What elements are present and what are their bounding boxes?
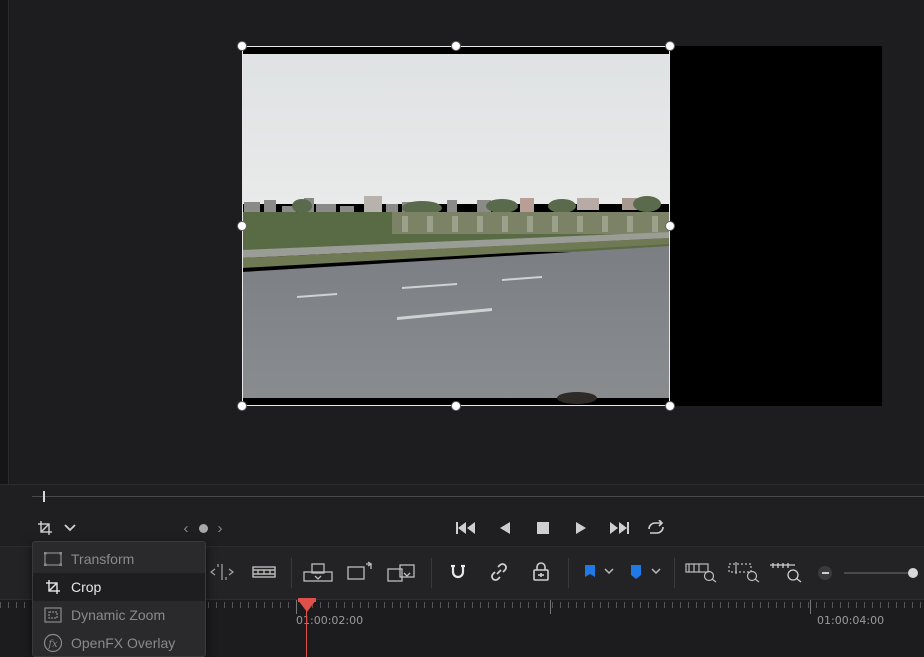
transform-icon (43, 549, 63, 569)
playhead-line (306, 606, 307, 657)
left-panel-edge (0, 0, 9, 484)
crop-handle-left[interactable] (237, 221, 247, 231)
crop-handle-top-right[interactable] (665, 41, 675, 51)
zoom-slider-thumb[interactable] (908, 568, 918, 578)
video-frame[interactable] (242, 46, 670, 406)
overwrite-clip-icon[interactable] (345, 559, 375, 585)
dot-icon[interactable] (197, 522, 209, 534)
jump-to-end-icon[interactable] (607, 518, 631, 538)
dropdown-item-crop[interactable]: Crop (33, 573, 205, 601)
marker-icon[interactable] (626, 562, 646, 582)
dropdown-item-dynamic-zoom[interactable]: Dynamic Zoom (33, 601, 205, 629)
crop-mode-icon[interactable] (36, 519, 54, 537)
crop-handle-right[interactable] (665, 221, 675, 231)
ruler-major-tick (550, 600, 551, 614)
chevron-down-icon[interactable] (62, 520, 78, 536)
zoom-out-icon[interactable] (816, 564, 834, 582)
slip-trim-icon[interactable] (208, 560, 236, 584)
play-icon[interactable] (572, 519, 590, 537)
svg-text:fx: fx (47, 639, 58, 650)
position-lock-icon[interactable] (529, 560, 553, 584)
crop-icon (43, 577, 63, 597)
jump-to-start-icon[interactable] (454, 518, 478, 538)
snapping-icon[interactable] (446, 560, 470, 584)
transport-bar: ‹ › (0, 484, 924, 547)
stop-icon[interactable] (534, 519, 552, 537)
toolbar-separator (431, 558, 432, 588)
play-reverse-icon[interactable] (496, 519, 514, 537)
ruler-major-tick (296, 600, 297, 614)
prev-edit-icon[interactable]: ‹ (179, 520, 193, 537)
marker-dropdown-chevron-icon[interactable] (649, 564, 663, 578)
crop-handle-top[interactable] (451, 41, 461, 51)
crop-handle-top-left[interactable] (237, 41, 247, 51)
film-strip-icon[interactable] (250, 561, 278, 583)
toolbar-separator (291, 558, 292, 588)
flag-icon[interactable] (580, 562, 600, 582)
dropdown-item-label: Transform (71, 551, 135, 567)
crop-handle-bottom-left[interactable] (237, 401, 247, 411)
link-icon[interactable] (487, 560, 511, 584)
scrubber-track[interactable] (32, 496, 924, 497)
crop-handle-bottom[interactable] (451, 401, 461, 411)
openfx-icon: fx (43, 633, 63, 653)
full-extent-zoom-icon[interactable] (684, 559, 718, 585)
insert-clip-icon[interactable] (302, 560, 334, 586)
dropdown-item-label: Dynamic Zoom (71, 607, 166, 623)
toolbar-separator (674, 558, 675, 588)
playhead[interactable] (298, 600, 316, 612)
custom-zoom-icon[interactable] (768, 559, 804, 585)
scrubber-head[interactable] (43, 491, 45, 502)
dynamic-zoom-icon (43, 605, 63, 625)
dropdown-item-label: OpenFX Overlay (71, 635, 176, 651)
loop-icon[interactable] (644, 517, 668, 539)
flag-dropdown-chevron-icon[interactable] (602, 564, 616, 578)
ruler-major-tick (810, 600, 811, 614)
zoom-slider-track[interactable] (844, 572, 914, 574)
crop-handle-bottom-right[interactable] (665, 401, 675, 411)
toolbar-separator (568, 558, 569, 588)
dropdown-item-transform[interactable]: Transform (33, 545, 205, 573)
detail-zoom-icon[interactable] (727, 559, 761, 585)
timecode-label: 01:00:04:00 (817, 614, 885, 627)
overlay-mode-dropdown: Transform Crop Dynamic Zoom fx OpenFX Ov… (32, 541, 206, 657)
replace-clip-icon[interactable] (385, 559, 419, 587)
next-edit-icon[interactable]: › (213, 520, 227, 537)
dropdown-item-label: Crop (71, 579, 102, 595)
dropdown-item-openfx-overlay[interactable]: fx OpenFX Overlay (33, 629, 205, 657)
